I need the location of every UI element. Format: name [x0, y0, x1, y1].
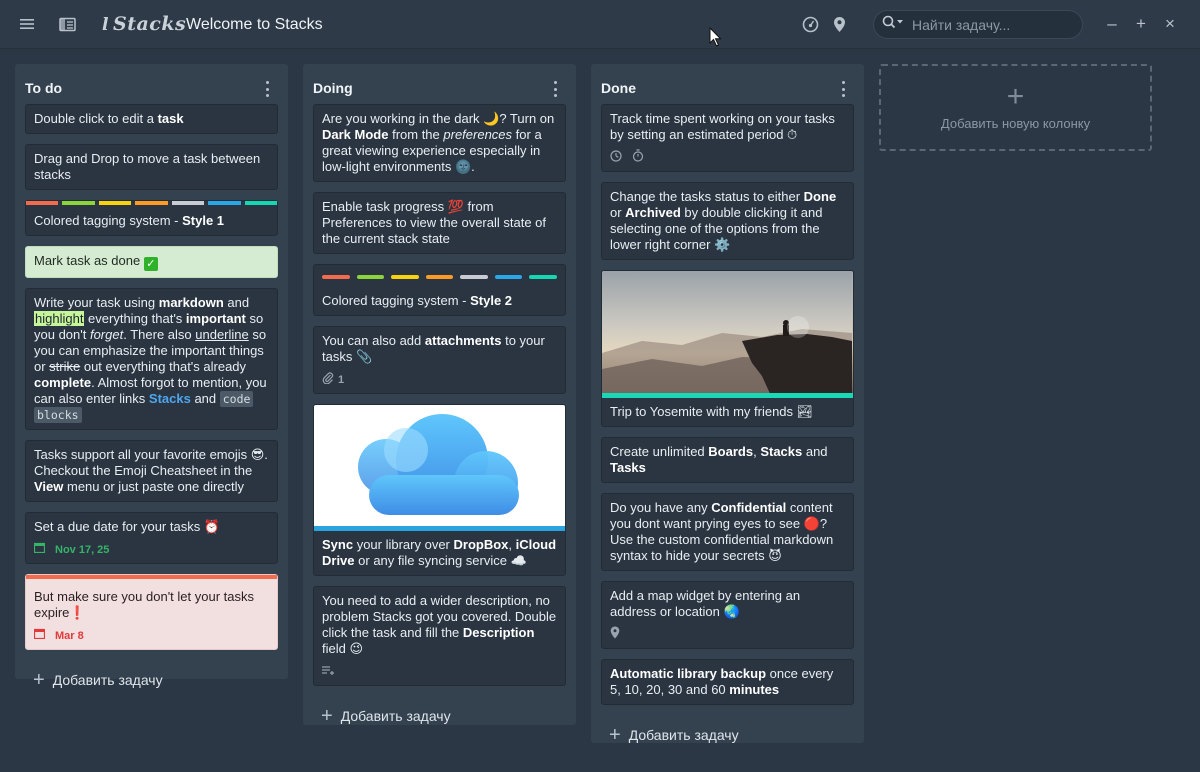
logo-mark-icon: l [102, 15, 109, 35]
task-card[interactable]: Tasks support all your favorite emojis 😎… [25, 440, 278, 502]
icloud-image [314, 405, 565, 531]
plus-icon: + [609, 724, 621, 746]
calendar-icon [33, 628, 46, 644]
task-card[interactable]: Automatic library backup once every 5, 1… [601, 659, 854, 705]
column-todo: To do Double click to edit a task Drag a… [15, 64, 288, 690]
task-card[interactable]: Track time spent working on your tasks b… [601, 104, 854, 172]
location-pin-icon [610, 626, 620, 644]
due-date: Nov 17, 25 [33, 542, 269, 558]
column-menu-icon[interactable] [840, 81, 846, 97]
column-doing: Doing Are you working in the dark 🌙? Tur… [303, 64, 576, 726]
stacks-link[interactable]: Stacks [149, 391, 191, 406]
map-meta [610, 626, 845, 644]
task-card[interactable]: Do you have any Confidential content you… [601, 493, 854, 571]
add-task-label: Добавить задачу [52, 672, 163, 688]
task-card[interactable]: Trip to Yosemite with my friends 🏞 [601, 270, 854, 427]
task-card-done[interactable]: Mark task as done ✓ [25, 246, 278, 278]
dashboard-gauge-icon[interactable] [800, 14, 820, 34]
paperclip-icon [322, 371, 334, 389]
task-card[interactable]: Colored tagging system - Style 2 [313, 264, 566, 316]
search-box[interactable] [873, 10, 1083, 39]
plus-icon: + [33, 669, 45, 691]
add-column-button[interactable]: + Добавить новую колонку [879, 64, 1152, 151]
task-card[interactable]: You can also add attachments to your tas… [313, 326, 566, 394]
column-title: To do [25, 80, 63, 96]
stopwatch-icon [632, 149, 644, 167]
task-card[interactable]: Are you working in the dark 🌙? Turn on D… [313, 104, 566, 182]
due-date-text: Mar 8 [55, 630, 84, 642]
color-tags [322, 275, 558, 279]
task-card[interactable]: Add a map widget by entering an address … [601, 581, 854, 649]
description-icon [322, 664, 334, 680]
add-task-button[interactable]: + Добавить задачу [25, 660, 278, 700]
hamburger-menu-icon[interactable] [17, 14, 37, 34]
task-card-expired[interactable]: But make sure you don't let your tasks e… [25, 574, 278, 650]
task-card[interactable]: Sync your library over DropBox, iCloud D… [313, 404, 566, 576]
add-column-label: Добавить новую колонку [940, 116, 1091, 131]
task-card[interactable]: Enable task progress 💯 from Preferences … [313, 192, 566, 254]
yosemite-photo [602, 271, 853, 398]
check-mark-icon: ✓ [143, 257, 158, 271]
title-bar: lStacks Welcome to Stacks – + × [0, 0, 1200, 49]
column-header: Doing [313, 74, 566, 104]
add-task-label: Добавить задачу [628, 727, 739, 743]
column-menu-icon[interactable] [264, 81, 270, 97]
attachments-meta: 1 [322, 371, 557, 389]
plus-icon: + [1006, 80, 1025, 113]
column-done: Done Track time spent working on your ta… [591, 64, 864, 745]
description-meta [322, 665, 557, 679]
due-date: Mar 8 [33, 628, 269, 644]
column-title: Done [601, 80, 636, 96]
color-tags [26, 201, 277, 205]
expired-stripe [26, 575, 277, 579]
task-card[interactable]: Write your task using markdown and highl… [25, 288, 278, 430]
time-tracking-meta [610, 149, 845, 167]
task-card[interactable]: You need to add a wider description, no … [313, 586, 566, 686]
column-header: To do [25, 74, 278, 104]
column-title: Doing [313, 80, 353, 96]
plus-icon: + [321, 705, 333, 727]
add-task-button[interactable]: + Добавить задачу [601, 715, 854, 755]
attachment-count: 1 [338, 374, 345, 386]
calendar-icon [33, 542, 46, 558]
close-icon[interactable]: × [1161, 15, 1179, 33]
logo-text: Stacks [112, 13, 187, 35]
maximize-icon[interactable]: + [1132, 15, 1150, 33]
minimize-icon[interactable]: – [1103, 15, 1121, 33]
board-title: Welcome to Stacks [186, 16, 323, 33]
clock-icon [610, 149, 622, 167]
task-card[interactable]: Colored tagging system - Style 1 [25, 200, 278, 236]
due-date-text: Nov 17, 25 [55, 544, 110, 556]
task-card[interactable]: Change the tasks status to either Done o… [601, 182, 854, 260]
search-icon[interactable] [882, 15, 904, 34]
location-pin-icon[interactable] [829, 14, 849, 34]
column-header: Done [601, 74, 854, 104]
task-card[interactable]: Double click to edit a task [25, 104, 278, 134]
mouse-cursor-icon [709, 26, 723, 52]
task-card[interactable]: Create unlimited Boards, Stacks and Task… [601, 437, 854, 483]
stacks-logo: l Stacks [102, 13, 186, 35]
task-card[interactable]: Drag and Drop to move a task between sta… [25, 144, 278, 190]
task-card[interactable]: Set a due date for your tasks ⏰ Nov 17, … [25, 512, 278, 564]
board-list-icon[interactable] [57, 14, 77, 34]
add-task-button[interactable]: + Добавить задачу [313, 696, 566, 736]
column-menu-icon[interactable] [552, 81, 558, 97]
search-input[interactable] [912, 16, 1082, 33]
add-task-label: Добавить задачу [340, 708, 451, 724]
